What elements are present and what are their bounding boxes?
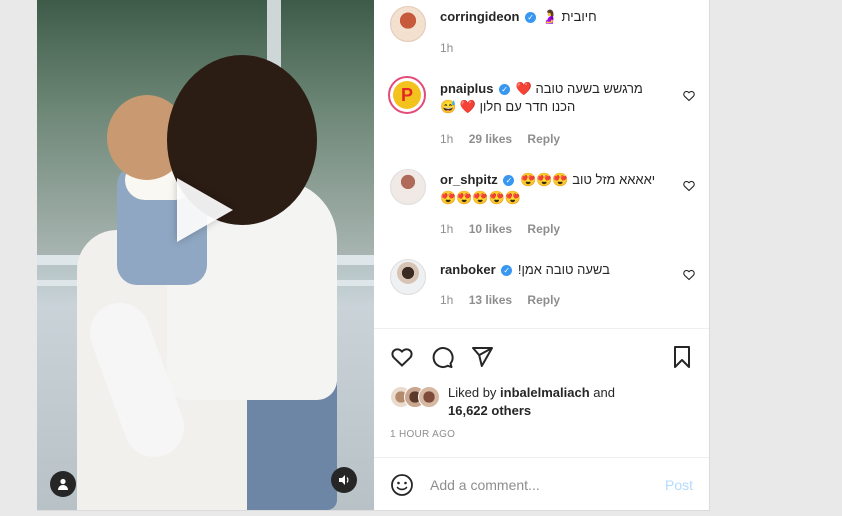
comment-username[interactable]: or_shpitz xyxy=(440,172,498,187)
comment-meta: 1h 10 likes Reply xyxy=(440,222,572,236)
comment-username[interactable]: corringideon xyxy=(440,9,519,24)
comment-text: or_shpitz ✓ יאאאא מזל טוב 😍😍😍 😍😍😍😍😍 xyxy=(440,171,670,207)
avatar[interactable]: P xyxy=(388,76,426,114)
comment-username[interactable]: ranboker xyxy=(440,262,496,277)
like-heart-icon[interactable] xyxy=(390,345,414,369)
comment-time: 1h xyxy=(440,293,454,307)
avatar[interactable] xyxy=(390,169,426,205)
save-bookmark-icon[interactable] xyxy=(671,345,693,369)
speaker-icon xyxy=(339,475,349,485)
comment-body: בשעה טובה אמן! xyxy=(517,262,610,277)
mute-button[interactable] xyxy=(331,467,357,493)
person-icon xyxy=(58,478,68,490)
comment-icon[interactable] xyxy=(430,345,454,369)
comment-time: 1h xyxy=(440,222,454,236)
comment-likes[interactable]: 29 likes xyxy=(469,132,512,146)
comment-item: or_shpitz ✓ יאאאא מזל טוב 😍😍😍 😍😍😍😍😍 1h 1… xyxy=(374,165,709,245)
comment-item: P pnaiplus ✓ מרגשש בשעה טובה ❤️ הכנו חדר… xyxy=(374,72,709,152)
like-comment-heart-icon[interactable] xyxy=(683,180,695,192)
comment-text: pnaiplus ✓ מרגשש בשעה טובה ❤️ הכנו חדר ע… xyxy=(440,80,670,116)
post-video[interactable] xyxy=(37,0,374,510)
comment-body-line2: 😍😍😍😍😍 xyxy=(440,190,521,205)
verified-icon: ✓ xyxy=(501,265,513,276)
liked-by-and: and xyxy=(593,385,615,400)
reply-button[interactable]: Reply xyxy=(527,132,560,146)
comment-time: 1h xyxy=(440,132,454,146)
comment-input[interactable]: Add a comment... xyxy=(430,477,540,493)
comment-meta: 1h xyxy=(440,41,465,55)
share-icon[interactable] xyxy=(470,345,494,369)
comment-meta: 1h 13 likes Reply xyxy=(440,293,572,307)
comment-item: ranboker ✓ בשעה טובה אמן! 1h 13 likes Re… xyxy=(374,255,709,320)
post-sidebar: corringideon ✓ חיובית 🤰 1h P pnaiplus ✓ … xyxy=(374,0,709,510)
avatar[interactable] xyxy=(390,6,426,42)
reply-button[interactable]: Reply xyxy=(527,293,560,307)
comment-body: יאאאא מזל טוב 😍😍😍 xyxy=(520,172,656,187)
instagram-post: corringideon ✓ חיובית 🤰 1h P pnaiplus ✓ … xyxy=(37,0,710,511)
liked-by-user[interactable]: inbalelmaliach xyxy=(500,385,590,400)
comment-meta: 1h 29 likes Reply xyxy=(440,132,572,146)
liked-by-text: Liked by inbalelmaliach and 16,622 other… xyxy=(448,384,615,420)
comment-text: ranboker ✓ בשעה טובה אמן! xyxy=(440,261,610,279)
comment-body: חיובית 🤰 xyxy=(541,9,597,24)
user-tags-button[interactable] xyxy=(50,471,76,497)
verified-icon: ✓ xyxy=(499,84,511,95)
verified-icon: ✓ xyxy=(525,12,537,23)
comment-likes[interactable]: 10 likes xyxy=(469,222,512,236)
avatar xyxy=(418,386,440,408)
liker-avatars[interactable] xyxy=(390,386,444,408)
emoji-icon[interactable] xyxy=(390,473,414,497)
liked-by-prefix: Liked by xyxy=(448,385,497,400)
likes-count[interactable]: 16,622 others xyxy=(448,403,531,418)
post-timestamp[interactable]: 1 HOUR AGO xyxy=(390,429,455,440)
post-comment-button[interactable]: Post xyxy=(665,477,693,493)
post-actions xyxy=(374,328,709,369)
comment-body: מרגשש בשעה טובה ❤️ xyxy=(515,81,643,96)
avatar[interactable] xyxy=(390,259,426,295)
add-comment-bar: Add a comment... Post xyxy=(374,457,709,511)
like-comment-heart-icon[interactable] xyxy=(683,269,695,281)
verified-icon: ✓ xyxy=(503,175,515,186)
comment-text: corringideon ✓ חיובית 🤰 xyxy=(440,8,597,26)
reply-button[interactable]: Reply xyxy=(527,222,560,236)
comment-item: corringideon ✓ חיובית 🤰 1h xyxy=(374,0,709,60)
like-comment-heart-icon[interactable] xyxy=(683,90,695,102)
comment-time: 1h xyxy=(440,41,454,55)
comment-username[interactable]: pnaiplus xyxy=(440,81,493,96)
comment-body-line2: הכנו חדר עם חלון ❤️ 😅 xyxy=(440,99,576,114)
comment-likes[interactable]: 13 likes xyxy=(469,293,512,307)
play-icon[interactable] xyxy=(177,178,233,242)
pnaiplus-logo: P xyxy=(393,81,421,109)
